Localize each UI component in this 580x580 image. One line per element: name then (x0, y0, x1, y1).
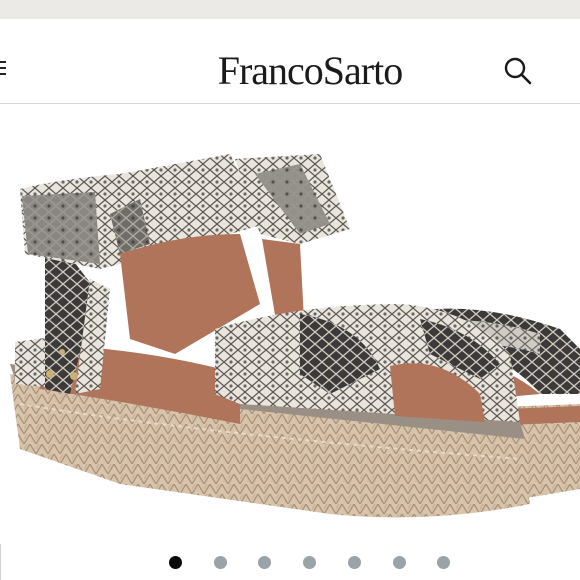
site-header: FrancoSarto (0, 19, 580, 104)
carousel-dot-5[interactable] (347, 556, 361, 569)
search-icon[interactable] (502, 55, 534, 87)
carousel-dot-7[interactable] (437, 556, 451, 569)
product-image-area[interactable] (0, 104, 580, 544)
carousel-dot-6[interactable] (392, 556, 406, 569)
brand-logo[interactable]: FrancoSarto (190, 47, 430, 94)
top-strip (0, 0, 580, 19)
product-image (10, 154, 580, 518)
hamburger-menu-icon[interactable] (0, 61, 6, 75)
carousel-pagination (0, 552, 580, 572)
carousel-dot-3[interactable] (258, 556, 272, 569)
carousel-dot-4[interactable] (303, 556, 317, 569)
carousel-dot-2[interactable] (213, 556, 227, 569)
carousel-dot-1[interactable] (169, 556, 182, 569)
